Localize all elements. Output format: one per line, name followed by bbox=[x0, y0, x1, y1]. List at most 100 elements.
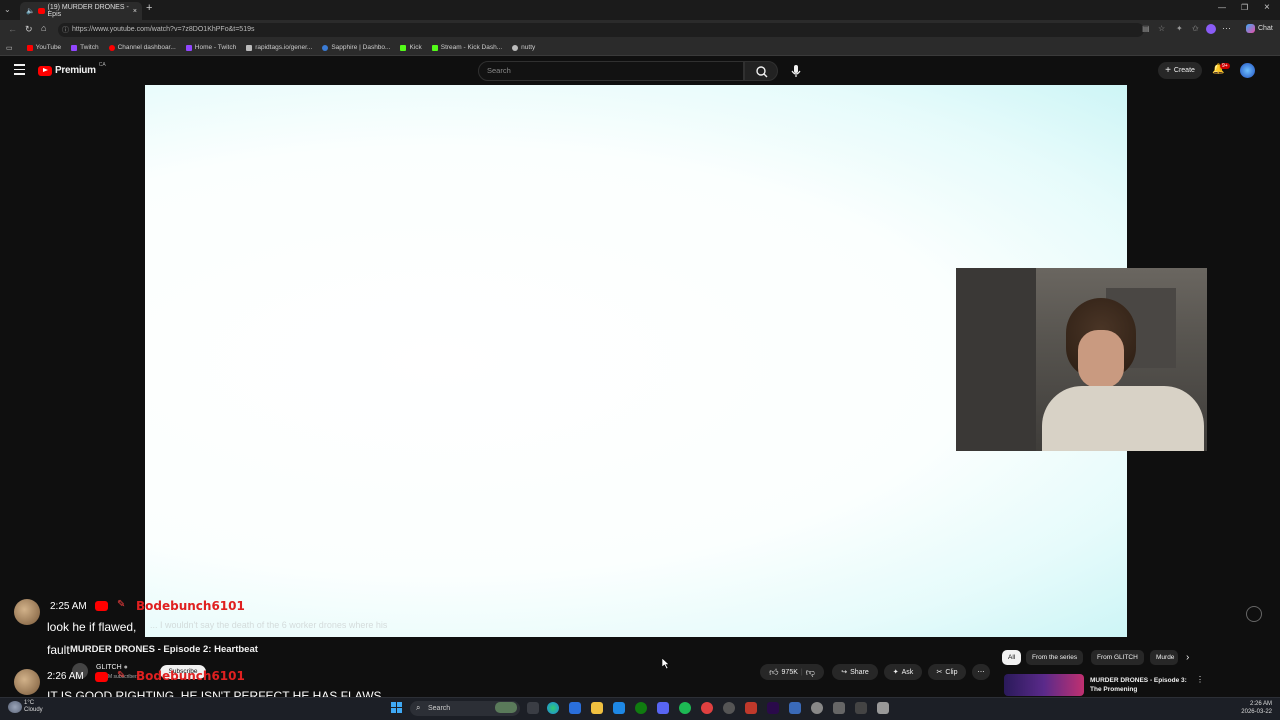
url-text: https://www.youtube.com/watch?v=7z8DO1Kh… bbox=[72, 26, 255, 33]
youtube-premium-logo[interactable]: Premium CA bbox=[38, 62, 106, 76]
taskbar-clock[interactable]: 2:26 AM 2026-03-22 bbox=[1238, 700, 1272, 716]
chevron-right-icon[interactable]: › bbox=[1186, 652, 1189, 663]
taskbar-search-label: Search bbox=[428, 705, 451, 712]
back-icon[interactable]: ← bbox=[8, 24, 17, 34]
new-tab-icon[interactable]: + bbox=[146, 2, 152, 14]
chat-timestamp: 2:26 AM bbox=[47, 671, 84, 682]
channel-watermark-icon[interactable] bbox=[1246, 606, 1262, 622]
youtube-favicon-icon bbox=[37, 8, 45, 14]
bookmark-channel-dashboard[interactable]: Channel dashboar... bbox=[108, 44, 176, 51]
divider: | bbox=[800, 668, 803, 676]
moderator-wrench-icon: ✎ bbox=[117, 670, 126, 681]
bookmark-label: Channel dashboar... bbox=[117, 44, 176, 51]
bookmark-label: Kick bbox=[409, 44, 422, 51]
share-button[interactable]: ↪ Share bbox=[832, 664, 878, 680]
clip-label: Clip bbox=[945, 668, 958, 676]
voice-search-button[interactable] bbox=[788, 62, 804, 80]
favorite-star-icon[interactable]: ☆ bbox=[1158, 24, 1165, 33]
youtube-icon bbox=[26, 44, 33, 51]
mail-icon[interactable] bbox=[613, 702, 625, 714]
chat-message-line: fault bbox=[47, 643, 70, 657]
bookmarks-icon[interactable]: ▭ bbox=[6, 44, 13, 52]
search-button[interactable] bbox=[744, 61, 778, 81]
refresh-icon[interactable]: ↻ bbox=[25, 24, 33, 35]
restore-icon[interactable]: ❐ bbox=[1241, 3, 1248, 12]
bookmark-sapphire[interactable]: Sapphire | Dashbo... bbox=[322, 44, 390, 51]
chat-button[interactable]: Chat bbox=[1246, 24, 1273, 33]
edge-browser-icon[interactable] bbox=[547, 702, 559, 714]
bookmark-kick[interactable]: Kick bbox=[400, 44, 422, 51]
chip-from-the-series[interactable]: From the series bbox=[1026, 650, 1084, 665]
tab-title: (19) MURDER DRONES - Epis bbox=[47, 4, 129, 18]
more-vertical-icon[interactable]: ⋮ bbox=[1196, 675, 1204, 684]
microsoft-store-icon[interactable] bbox=[569, 702, 581, 714]
recommendation-thumbnail[interactable] bbox=[1004, 674, 1084, 696]
notification-count-badge: 9+ bbox=[1220, 63, 1230, 69]
extensions-icon[interactable]: ✦ bbox=[1176, 24, 1183, 33]
discord-icon[interactable] bbox=[657, 702, 669, 714]
chip-all[interactable]: All bbox=[1002, 650, 1022, 665]
chrome-icon[interactable] bbox=[701, 702, 713, 714]
create-button[interactable]: + Create bbox=[1158, 62, 1202, 79]
bookmark-rapidtags[interactable]: rapidtags.io/gener... bbox=[246, 44, 312, 51]
app-icon[interactable] bbox=[855, 702, 867, 714]
ask-button[interactable]: ✦ Ask bbox=[884, 664, 922, 680]
recommendation-title-line: The Promening bbox=[1090, 686, 1138, 693]
thumbs-up-icon[interactable]: 👍︎ bbox=[769, 667, 778, 678]
xbox-icon[interactable] bbox=[635, 702, 647, 714]
twitch-icon bbox=[185, 44, 192, 51]
bookmark-home-twitch[interactable]: Home - Twitch bbox=[185, 44, 236, 51]
home-icon[interactable]: ⌂ bbox=[41, 23, 46, 33]
clip-button[interactable]: ✂ Clip bbox=[928, 664, 966, 680]
tab-close-icon[interactable]: × bbox=[133, 8, 137, 15]
speaker-icon[interactable]: 🔈 bbox=[26, 7, 35, 15]
bookmark-kick-dashboard[interactable]: Stream - Kick Dash... bbox=[431, 44, 503, 51]
window-close-icon[interactable]: × bbox=[1264, 2, 1270, 13]
minimize-icon[interactable]: — bbox=[1218, 3, 1226, 12]
bookmark-twitch[interactable]: Twitch bbox=[71, 44, 99, 51]
webcam-person-shirt bbox=[1042, 386, 1204, 451]
chat-timestamp: 2:25 AM bbox=[50, 601, 87, 612]
more-options-icon[interactable]: ⋯ bbox=[1222, 23, 1231, 34]
more-horizontal-icon: ⋯ bbox=[977, 669, 985, 676]
hamburger-menu-icon[interactable] bbox=[14, 64, 25, 75]
browser-tab-active[interactable]: 🔈 (19) MURDER DRONES - Epis × bbox=[20, 2, 142, 20]
spotify-icon[interactable] bbox=[679, 702, 691, 714]
app-icon[interactable] bbox=[877, 702, 889, 714]
video-caption: ... I wouldn't say the death of the 6 wo… bbox=[150, 620, 388, 630]
logo-text: Premium bbox=[55, 65, 96, 76]
bookmark-nutty[interactable]: nutty bbox=[512, 44, 535, 51]
bookmark-label: Stream - Kick Dash... bbox=[440, 44, 503, 51]
app-icon[interactable] bbox=[833, 702, 845, 714]
share-arrow-icon: ↪ bbox=[841, 669, 848, 676]
task-view-icon[interactable] bbox=[527, 702, 539, 714]
windows-start-icon[interactable] bbox=[391, 702, 403, 714]
browser-tab-bar: ⌄ 🔈 (19) MURDER DRONES - Epis × + — ❐ × bbox=[0, 0, 1280, 20]
chip-murder[interactable]: Murde bbox=[1150, 650, 1178, 665]
chat-avatar bbox=[14, 599, 40, 625]
tab-list-icon[interactable]: ⌄ bbox=[4, 5, 11, 14]
split-screen-icon[interactable]: ▤ bbox=[1142, 24, 1150, 33]
obs-icon[interactable] bbox=[811, 702, 823, 714]
search-input[interactable]: Search bbox=[478, 61, 744, 81]
account-avatar[interactable] bbox=[1240, 63, 1255, 78]
app-icon[interactable] bbox=[789, 702, 801, 714]
weather-widget[interactable]: 1°C Cloudy bbox=[24, 700, 43, 714]
profile-avatar-icon[interactable] bbox=[1206, 24, 1216, 34]
site-info-icon[interactable]: ⓘ bbox=[62, 25, 69, 35]
weather-cloud-icon[interactable] bbox=[8, 701, 22, 713]
recommendation-title[interactable]: MURDER DRONES - Episode 3: The Promening bbox=[1090, 676, 1187, 694]
address-field[interactable]: https://www.youtube.com/watch?v=7z8DO1Kh… bbox=[58, 23, 1144, 37]
bookmark-youtube[interactable]: YouTube bbox=[26, 44, 61, 51]
premiere-pro-icon[interactable] bbox=[767, 702, 779, 714]
search-placeholder: Search bbox=[487, 66, 511, 75]
thumbs-down-icon[interactable]: 👎︎ bbox=[806, 667, 815, 678]
more-actions-button[interactable]: ⋯ bbox=[972, 664, 990, 680]
create-label: Create bbox=[1173, 67, 1195, 74]
app-icon[interactable] bbox=[745, 702, 757, 714]
chip-from-glitch[interactable]: From GLITCH bbox=[1091, 650, 1144, 665]
favorites-icon[interactable]: ✩ bbox=[1192, 24, 1199, 33]
app-icon[interactable] bbox=[723, 702, 735, 714]
file-explorer-icon[interactable] bbox=[591, 702, 603, 714]
rapidtags-icon bbox=[246, 44, 253, 51]
